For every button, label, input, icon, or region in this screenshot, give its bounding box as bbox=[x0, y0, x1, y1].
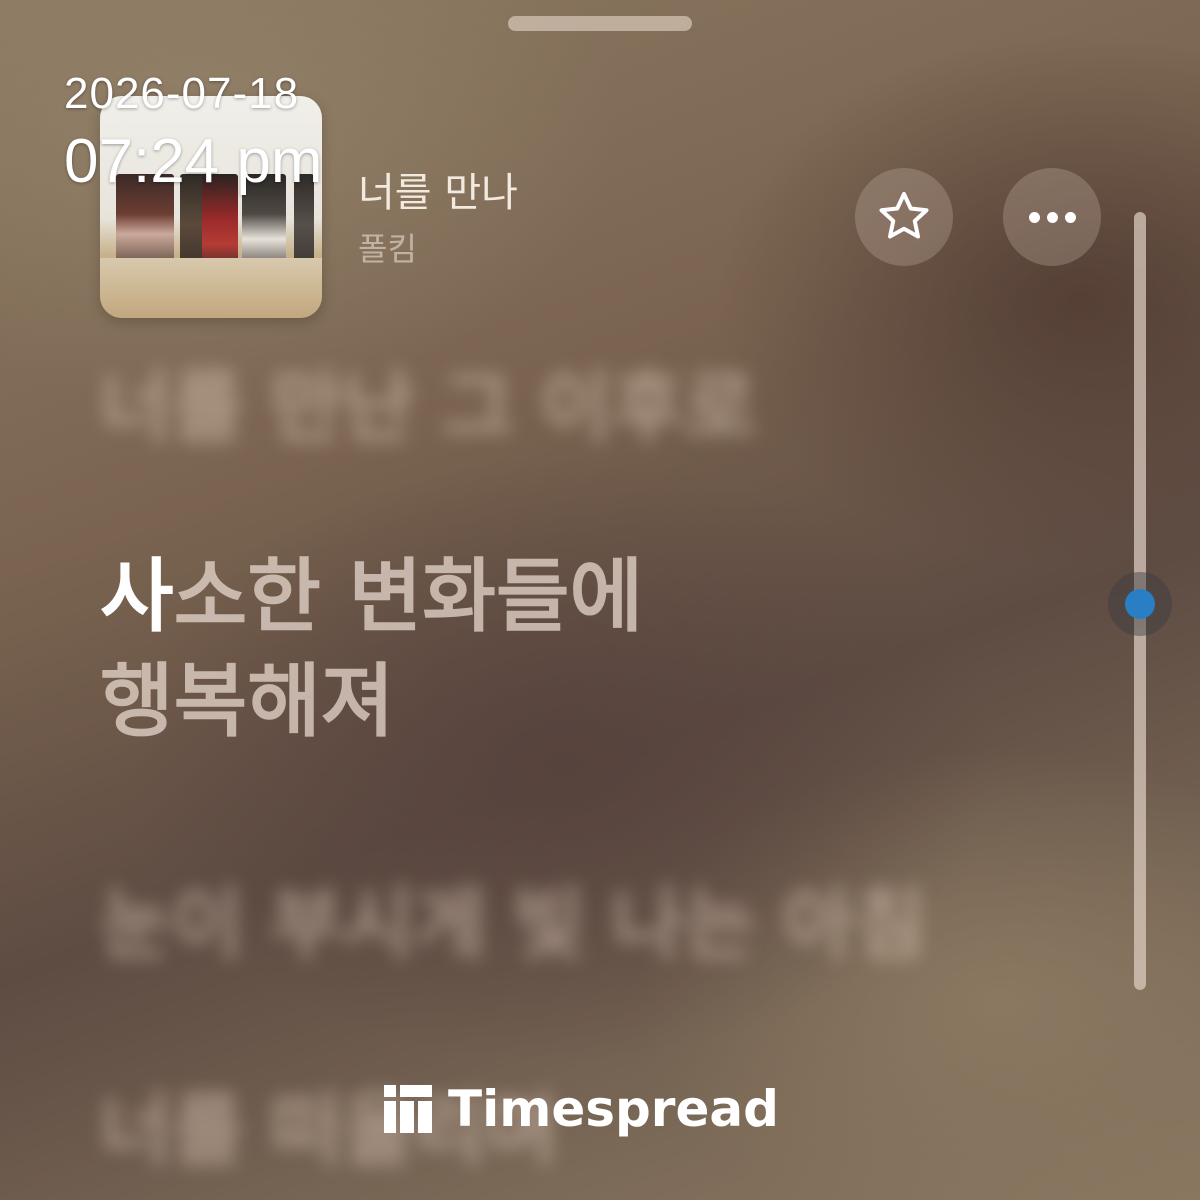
more-button[interactable] bbox=[1003, 168, 1101, 266]
lyric-line-current-continued[interactable]: 행복해져 bbox=[100, 650, 394, 754]
timestamp-overlay: 2026-07-18 07:24 pm bbox=[64, 70, 323, 198]
artist-name[interactable]: 폴킴 bbox=[358, 224, 417, 270]
star-icon bbox=[879, 192, 929, 239]
date-text: 2026-07-18 bbox=[64, 69, 300, 118]
watermark: Timespread bbox=[384, 1080, 779, 1138]
time-text: 07:24 pm bbox=[64, 127, 323, 196]
favorite-button[interactable] bbox=[855, 168, 953, 266]
timespread-logo bbox=[384, 1085, 432, 1133]
lyric-highlight: 사 bbox=[100, 550, 174, 643]
lyric-line-previous[interactable]: 너를 만난 그 이후로 bbox=[100, 345, 756, 457]
lyric-line-next[interactable]: 눈이 부시게 빛 나는 아침 bbox=[100, 862, 926, 974]
song-title[interactable]: 너를 만나 bbox=[358, 160, 518, 218]
lyric-rest: 소한 변화들에 bbox=[173, 550, 644, 643]
sheet-grabber[interactable] bbox=[508, 16, 692, 31]
scrollbar-thumb[interactable] bbox=[1108, 572, 1172, 636]
watermark-text: Timespread bbox=[448, 1080, 779, 1138]
lyric-line-current[interactable]: 사소한 변화들에 bbox=[100, 545, 643, 649]
more-dots-icon bbox=[1028, 211, 1076, 223]
